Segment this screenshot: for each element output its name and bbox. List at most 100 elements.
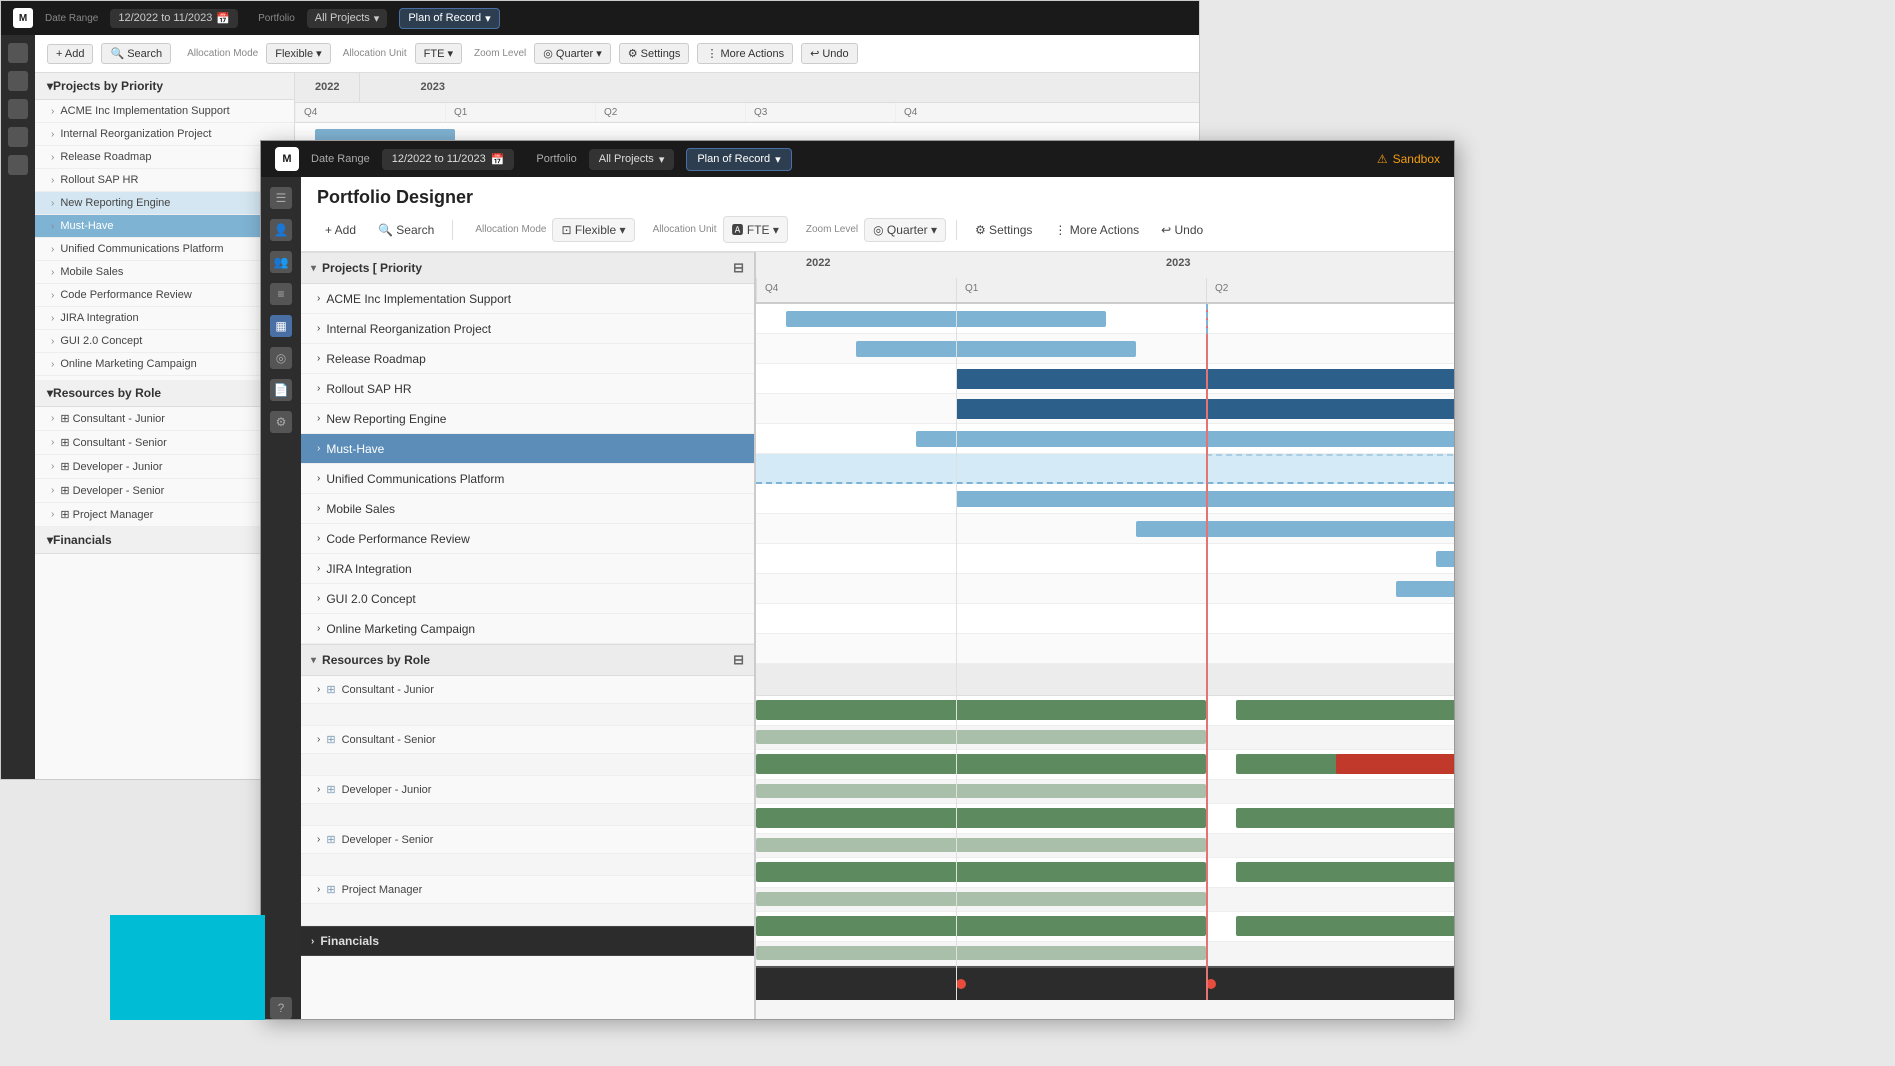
fg-project-gui[interactable]: › GUI 2.0 Concept <box>301 584 754 614</box>
bg-project-item-acme[interactable]: ›ACME Inc Implementation Support <box>35 100 294 123</box>
fg-project-code-label: Code Performance Review <box>326 532 742 546</box>
fg-gantt-panel: 2022 2023 Q4 Q1 Q2 Q3 Q4 <box>756 252 1454 1019</box>
fg-sidebar-home-icon[interactable]: ☰ <box>270 187 292 209</box>
fg-resource-consultant-sr[interactable]: › ⊞ Consultant - Senior <box>301 726 754 754</box>
fg-resource-dev-sr[interactable]: › ⊞ Developer - Senior <box>301 826 754 854</box>
fg-settings-btn[interactable]: ⚙ Settings <box>967 219 1040 241</box>
fg-gantt-row-rollout <box>756 394 1454 424</box>
fg-sidebar-list-icon[interactable]: ≡ <box>270 283 292 305</box>
bg-project-item-mobile[interactable]: ›Mobile Sales <box>35 261 294 284</box>
bg-resource-pm[interactable]: ›⊞ Project Manager <box>35 503 294 527</box>
bg-projects-section-label: Projects by Priority <box>53 79 163 93</box>
bg-settings-btn[interactable]: ⚙ Settings <box>619 43 690 64</box>
fg-quarter-labels-row: Q4 Q1 Q2 Q3 Q4 <box>756 278 1454 302</box>
fg-sidebar-person-icon[interactable]: 👤 <box>270 219 292 241</box>
fg-project-acme[interactable]: › ACME Inc Implementation Support <box>301 284 754 314</box>
fg-resource-dev-jr-sub <box>301 804 754 826</box>
bg-sidebar-icon-4[interactable] <box>8 127 28 147</box>
bg-add-btn[interactable]: + Add <box>47 44 93 64</box>
fg-projects-collapse-btn[interactable]: ▾ <box>311 263 316 274</box>
fg-res-bar-ds-sub <box>756 892 1206 906</box>
bg-plan-pill[interactable]: Plan of Record ▾ <box>399 8 499 29</box>
fg-sidebar-group-icon[interactable]: 👥 <box>270 251 292 273</box>
fg-project-acme-label: ACME Inc Implementation Support <box>326 292 742 306</box>
bg-resource-consultant-sr[interactable]: ›⊞ Consultant - Senior <box>35 431 294 455</box>
fg-gantt-container[interactable]: 2022 2023 Q4 Q1 Q2 Q3 Q4 <box>756 252 1454 1019</box>
fg-resource-pm[interactable]: › ⊞ Project Manager <box>301 876 754 904</box>
bg-undo-btn[interactable]: ↩ Undo <box>801 43 858 64</box>
fg-sidebar-pin-icon[interactable]: ◎ <box>270 347 292 369</box>
bg-project-item-release[interactable]: ›Release Roadmap <box>35 146 294 169</box>
fg-res-bar-cs-1 <box>756 754 1206 774</box>
bg-project-item-rollout[interactable]: ›Rollout SAP HR <box>35 169 294 192</box>
fg-financials-collapse-btn[interactable]: › <box>311 936 314 947</box>
bg-resource-consultant-jr[interactable]: ›⊞ Consultant - Junior <box>35 407 294 431</box>
bg-resource-dev-sr[interactable]: ›⊞ Developer - Senior <box>35 479 294 503</box>
fg-project-newrep[interactable]: › New Reporting Engine <box>301 404 754 434</box>
bg-project-item-unified[interactable]: ›Unified Communications Platform <box>35 238 294 261</box>
fg-chevron-acme: › <box>317 293 320 304</box>
bg-project-item-code[interactable]: ›Code Performance Review <box>35 284 294 307</box>
fg-resource-consultant-jr[interactable]: › ⊞ Consultant - Junior <box>301 676 754 704</box>
fg-bar-release <box>956 369 1454 389</box>
bg-project-item-gui[interactable]: ›GUI 2.0 Concept <box>35 330 294 353</box>
bg-sidebar-icon-3[interactable] <box>8 99 28 119</box>
fg-bar-intreorg <box>856 341 1136 357</box>
fg-sidebar-help-icon[interactable]: ? <box>270 997 292 1019</box>
fg-project-mobile[interactable]: › Mobile Sales <box>301 494 754 524</box>
bg-project-item-marketing[interactable]: ›Online Marketing Campaign <box>35 353 294 376</box>
fg-resources-collapse-btn[interactable]: ▾ <box>311 655 316 666</box>
fg-project-unified[interactable]: › Unified Communications Platform <box>301 464 754 494</box>
fg-plan-pill[interactable]: Plan of Record ▾ <box>686 148 791 171</box>
bg-alloc-mode-btn[interactable]: Flexible ▾ <box>266 43 330 64</box>
fg-project-jira[interactable]: › JIRA Integration <box>301 554 754 584</box>
bg-more-btn[interactable]: ⋮ More Actions <box>697 43 793 64</box>
fg-project-intreorg[interactable]: › Internal Reorganization Project <box>301 314 754 344</box>
fg-project-code[interactable]: › Code Performance Review <box>301 524 754 554</box>
fg-sidebar-chart-icon[interactable]: ▦ <box>270 315 292 337</box>
fg-sidebar-settings-icon[interactable]: ⚙ <box>270 411 292 433</box>
fg-portfolio-pill[interactable]: All Projects ▾ <box>589 149 675 170</box>
fg-chevron-musthave: › <box>317 443 320 454</box>
bg-zoom-btn[interactable]: ◎ Quarter ▾ <box>534 43 611 64</box>
fg-sep1 <box>452 220 453 240</box>
fg-resource-dev-jr[interactable]: › ⊞ Developer - Junior <box>301 776 754 804</box>
bg-alloc-unit-btn[interactable]: FTE ▾ <box>415 43 462 64</box>
fg-date-range-pill[interactable]: 12/2022 to 11/2023 📅 <box>382 149 515 170</box>
bg-project-item-musthave[interactable]: ›Must-Have <box>35 215 294 238</box>
bg-search-btn[interactable]: 🔍 Search <box>101 43 171 64</box>
fg-add-btn[interactable]: + Add <box>317 219 364 241</box>
fg-project-rollout[interactable]: › Rollout SAP HR <box>301 374 754 404</box>
fg-project-musthave[interactable]: › Must-Have <box>301 434 754 464</box>
bg-portfolio-label: Portfolio <box>258 13 295 24</box>
fg-alloc-mode-btn[interactable]: ⊡ Flexible ▾ <box>552 218 634 242</box>
bg-portfolio-pill[interactable]: All Projects ▾ <box>307 9 388 28</box>
bg-sidebar-icon-2[interactable] <box>8 71 28 91</box>
fg-resource-consultant-sr-label: Consultant - Senior <box>342 734 436 746</box>
fg-chevron-newrep: › <box>317 413 320 424</box>
fg-undo-btn[interactable]: ↩ Undo <box>1153 219 1211 241</box>
bg-project-item-intreorg[interactable]: ›Internal Reorganization Project <box>35 123 294 146</box>
fg-gantt-row-newrep <box>756 424 1454 454</box>
bg-sidebar-icon-5[interactable] <box>8 155 28 175</box>
fg-projects-filter-icon[interactable]: ⊟ <box>733 260 744 276</box>
fg-alloc-unit-btn[interactable]: 🅰 FTE ▾ <box>723 216 788 243</box>
fg-more-actions-btn[interactable]: ⋮ More Actions <box>1046 219 1147 241</box>
fg-resource-consultant-jr-label: Consultant - Junior <box>342 684 434 696</box>
fg-gantt-header: 2022 2023 Q4 Q1 Q2 Q3 Q4 <box>756 252 1454 304</box>
fg-resources-filter-icon[interactable]: ⊟ <box>733 652 744 668</box>
fg-project-release[interactable]: › Release Roadmap <box>301 344 754 374</box>
bg-resource-dev-jr[interactable]: ›⊞ Developer - Junior <box>35 455 294 479</box>
bg-date-range-pill[interactable]: 12/2022 to 11/2023 📅 <box>110 9 238 28</box>
bg-sidebar <box>1 35 35 779</box>
fg-gantt-row-gui <box>756 604 1454 634</box>
fg-search-btn[interactable]: 🔍 Search <box>370 219 442 241</box>
fg-project-marketing[interactable]: › Online Marketing Campaign <box>301 614 754 644</box>
fg-zoom-btn[interactable]: ◎ Quarter ▾ <box>864 218 946 242</box>
bg-sidebar-icon-1[interactable] <box>8 43 28 63</box>
bg-project-item-newreporting[interactable]: ›New Reporting Engine <box>35 192 294 215</box>
fg-sidebar-file-icon[interactable]: 📄 <box>270 379 292 401</box>
fg-q1-2023-label: Q1 <box>956 278 1206 302</box>
bg-project-item-jira[interactable]: ›JIRA Integration <box>35 307 294 330</box>
fg-gantt-row-release <box>756 364 1454 394</box>
